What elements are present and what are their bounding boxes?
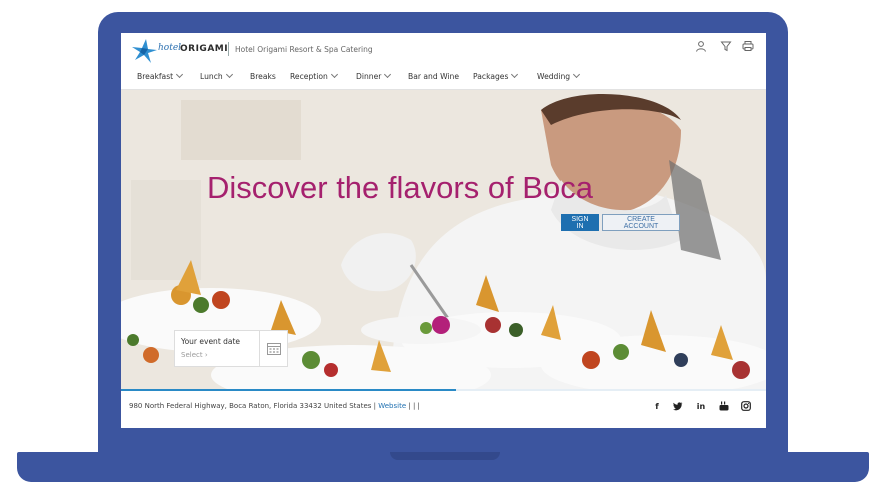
- event-date-select[interactable]: Select ›: [181, 351, 208, 359]
- site-footer: 980 North Federal Highway, Boca Raton, F…: [121, 391, 766, 428]
- footer-website-link[interactable]: Website: [378, 402, 406, 410]
- logo-divider: [228, 42, 229, 56]
- hero-title: Discover the flavors of Boca: [207, 170, 593, 205]
- nav-item-breakfast[interactable]: Breakfast: [137, 70, 184, 81]
- facebook-icon[interactable]: f: [651, 400, 663, 412]
- nav-item-breaks[interactable]: Breaks: [250, 72, 276, 81]
- logo-hotel-text: hotel: [158, 43, 182, 53]
- origami-star-logo-icon: [132, 39, 157, 63]
- nav-item-bar-and-wine[interactable]: Bar and Wine: [408, 72, 459, 81]
- nav-item-lunch[interactable]: Lunch: [200, 70, 233, 81]
- chevron-down-icon: [330, 70, 338, 79]
- site-tagline: Hotel Origami Resort & Spa Catering: [235, 45, 373, 54]
- filter-icon[interactable]: [719, 39, 733, 53]
- event-date-label: Your event date: [181, 337, 241, 346]
- user-icon[interactable]: [694, 39, 708, 53]
- nav-item-reception[interactable]: Reception: [290, 70, 338, 81]
- event-date-picker[interactable]: Your event date Select ›: [174, 330, 288, 367]
- site-header: hotel ORIGAMI Hotel Origami Resort & Spa…: [121, 33, 766, 66]
- footer-address-line: 980 North Federal Highway, Boca Raton, F…: [129, 402, 420, 410]
- nav-item-dinner[interactable]: Dinner: [356, 70, 392, 81]
- twitter-icon[interactable]: [672, 400, 684, 412]
- chevron-down-icon: [511, 70, 519, 79]
- nav-item-wedding[interactable]: Wedding: [537, 70, 581, 81]
- footer-address: 980 North Federal Highway, Boca Raton, F…: [129, 402, 376, 410]
- youtube-icon[interactable]: [718, 400, 730, 412]
- laptop-screen: hotel ORIGAMI Hotel Origami Resort & Spa…: [121, 33, 766, 428]
- logo-origami-text: ORIGAMI: [180, 44, 229, 54]
- calendar-icon[interactable]: [259, 331, 288, 366]
- chevron-down-icon: [176, 70, 184, 79]
- chevron-down-icon: [384, 70, 392, 79]
- linkedin-icon[interactable]: in: [695, 400, 707, 412]
- print-icon[interactable]: [741, 39, 755, 53]
- nav-item-packages[interactable]: Packages: [473, 70, 519, 81]
- chevron-down-icon: [225, 70, 233, 79]
- create-account-button[interactable]: CREATE ACCOUNT: [602, 214, 680, 231]
- footer-trailing: | | |: [408, 402, 420, 410]
- laptop-notch: [390, 452, 500, 460]
- sign-in-button[interactable]: SIGN IN: [561, 214, 599, 231]
- hero-banner: Discover the flavors of Boca SIGN IN CRE…: [121, 90, 766, 390]
- main-nav: Breakfast Lunch Breaks Reception Dinner …: [121, 66, 766, 90]
- chevron-down-icon: [573, 70, 581, 79]
- instagram-icon[interactable]: [740, 400, 752, 412]
